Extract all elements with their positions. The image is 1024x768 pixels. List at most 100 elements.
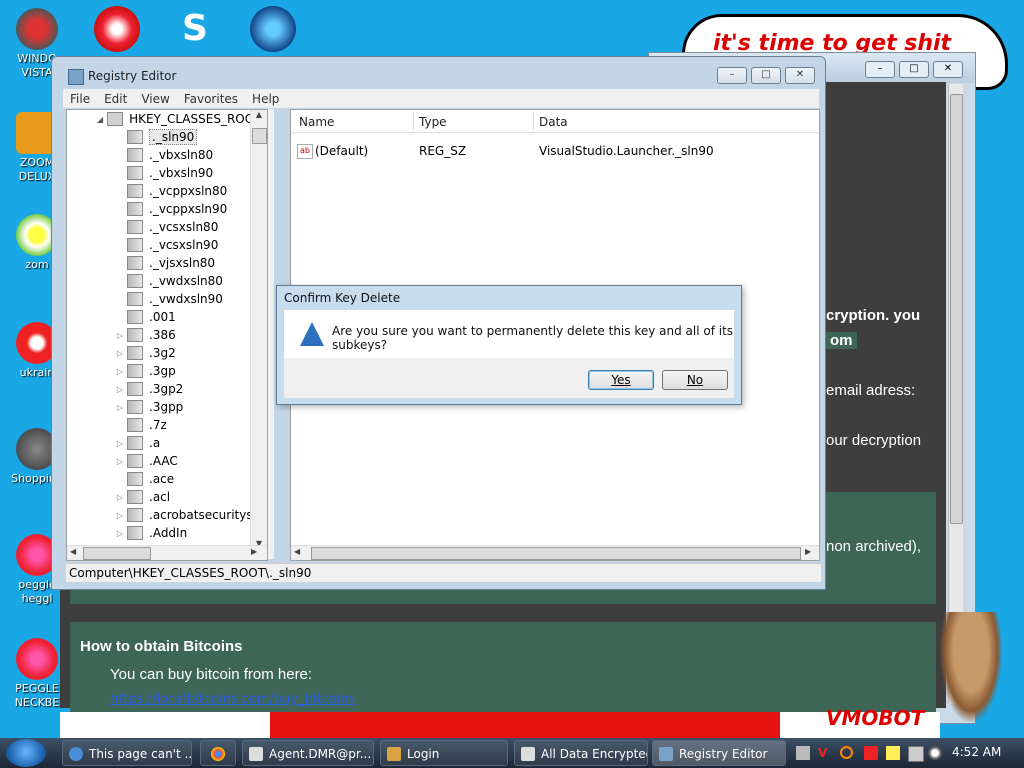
scrollbar-thumb[interactable]	[311, 547, 801, 560]
tree-node[interactable]: ▷ .a	[115, 434, 160, 452]
tree-node[interactable]: ▷ .3gp	[115, 362, 176, 380]
column-data[interactable]: Data	[539, 115, 568, 129]
skype-icon[interactable]: S	[172, 6, 218, 52]
tree-node[interactable]: .ace	[115, 470, 174, 488]
folder-icon	[127, 274, 143, 288]
ransom-scrollbar[interactable]	[948, 84, 963, 704]
value-type: REG_SZ	[419, 144, 467, 158]
tree-node[interactable]: ▷ .3gp2	[115, 380, 183, 398]
folder-icon	[107, 112, 124, 126]
folder-icon	[127, 508, 143, 522]
scroll-left-arrow-icon[interactable]: ◀	[70, 547, 76, 556]
tree-node[interactable]: ▷ .3g2	[115, 344, 176, 362]
clock[interactable]: 4:52 AM	[952, 745, 1001, 759]
desktop-icon-label: ZOOM DELUX	[18, 156, 56, 183]
column-name[interactable]: Name	[299, 115, 334, 129]
expand-arrow-icon[interactable]: ▷	[115, 367, 125, 376]
maximize-button[interactable]: □	[751, 67, 781, 84]
tree-node[interactable]: ▷ .386	[115, 326, 176, 344]
tree-root-node[interactable]: ◢ HKEY_CLASSES_ROOT	[97, 112, 262, 126]
start-button[interactable]	[6, 739, 46, 767]
scrollbar-thumb[interactable]	[252, 128, 267, 144]
scroll-up-arrow-icon[interactable]: ▲	[251, 110, 267, 119]
tree-node[interactable]: ▷ .3gpp	[115, 398, 183, 416]
tree-node[interactable]: ▷ .AAC	[115, 452, 178, 470]
expand-arrow-icon[interactable]: ▷	[115, 385, 125, 394]
expand-arrow-icon[interactable]: ▷	[115, 511, 125, 520]
taskbar-button-chrome[interactable]	[200, 740, 236, 766]
scroll-left-arrow-icon[interactable]: ◀	[294, 547, 300, 556]
tree-node[interactable]: ▷ .acrobatsecuritysettin	[115, 506, 267, 524]
menu-help[interactable]: Help	[245, 92, 286, 106]
tree-node[interactable]: ._vjsxsln80	[115, 254, 215, 272]
expand-arrow-icon[interactable]: ▷	[115, 493, 125, 502]
minimize-button[interactable]: –	[717, 67, 747, 84]
scroll-right-arrow-icon[interactable]: ▶	[805, 547, 811, 556]
pane-splitter[interactable]	[268, 109, 274, 559]
expand-arrow-icon[interactable]: ▷	[115, 529, 125, 538]
close-button[interactable]: ✕	[785, 67, 815, 84]
menu-file[interactable]: File	[63, 92, 97, 106]
tray-v-icon[interactable]: V	[818, 746, 832, 760]
ransom-text-line: om	[826, 332, 857, 349]
tray-monitor-icon[interactable]	[908, 746, 924, 762]
expand-arrow-icon[interactable]: ▷	[115, 349, 125, 358]
no-button[interactable]: No	[662, 370, 728, 390]
maximize-button[interactable]: □	[899, 61, 929, 78]
list-horizontal-scrollbar[interactable]: ◀ ▶	[291, 545, 819, 560]
folder-icon	[127, 526, 143, 540]
taskbar-button-agent[interactable]: Agent.DMR@pr...	[242, 740, 374, 766]
bitcoin-link[interactable]: https://localbitcoins.com/buy_bitcoins	[110, 692, 355, 707]
taskbar-button-login[interactable]: Login	[380, 740, 508, 766]
tray-note-icon[interactable]	[886, 746, 900, 760]
tray-flag-icon[interactable]	[864, 746, 878, 760]
tree-node[interactable]: ._vwdxsln90	[115, 290, 223, 308]
tray-volume-icon[interactable]	[928, 746, 942, 760]
tray-search-icon[interactable]	[840, 746, 853, 759]
close-button[interactable]: ✕	[933, 61, 963, 78]
scrollbar-thumb[interactable]	[83, 547, 151, 560]
column-type[interactable]: Type	[419, 115, 447, 129]
key-tree[interactable]: ◢ HKEY_CLASSES_ROOT ._sln90 ._vbxsln80 ._v…	[66, 109, 268, 561]
expand-arrow-icon[interactable]: ▷	[115, 403, 125, 412]
menu-favorites[interactable]: Favorites	[177, 92, 245, 106]
taskbar-button-ie[interactable]: This page can't ...	[62, 740, 192, 766]
tree-vertical-scrollbar[interactable]: ▲ ▼	[250, 110, 267, 548]
tree-node[interactable]: ._sln90	[115, 128, 198, 146]
bottom-art-red	[270, 712, 780, 738]
menu-edit[interactable]: Edit	[97, 92, 134, 106]
collapse-arrow-icon[interactable]: ◢	[97, 115, 103, 124]
tree-node[interactable]: .7z	[115, 416, 167, 434]
menu-view[interactable]: View	[134, 92, 176, 106]
scroll-right-arrow-icon[interactable]: ▶	[251, 547, 257, 556]
scrollbar-thumb[interactable]	[950, 94, 963, 524]
column-separator[interactable]	[413, 112, 414, 130]
tree-node[interactable]: ▷ .acl	[115, 488, 170, 506]
tree-node[interactable]: ▷ .AddIn	[115, 524, 187, 542]
expand-arrow-icon[interactable]: ▷	[115, 457, 125, 466]
tree-node[interactable]: ._vbxsln80	[115, 146, 213, 164]
tree-node[interactable]: .001	[115, 308, 176, 326]
tree-horizontal-scrollbar[interactable]: ◀ ▶	[67, 545, 267, 560]
taskbar-button-registry-editor[interactable]: Registry Editor	[652, 740, 786, 766]
tree-node[interactable]: ._vcsxsln80	[115, 218, 218, 236]
globe-icon[interactable]	[250, 6, 296, 52]
tree-node[interactable]: ._vcppxsln90	[115, 200, 227, 218]
tree-node[interactable]: ._vwdxsln80	[115, 272, 223, 290]
tray-app-icon[interactable]	[796, 746, 810, 760]
tree-node-label: ._vcppxsln90	[149, 202, 228, 216]
taskbar-button-all-data-encrypted[interactable]: All Data Encrypted	[514, 740, 648, 766]
column-separator[interactable]	[533, 112, 534, 130]
tree-node-label: .AddIn	[149, 526, 188, 540]
tree-node[interactable]: ._vcppxsln80	[115, 182, 227, 200]
tree-node[interactable]: ._vbxsln90	[115, 164, 213, 182]
yes-button-label: Yes	[611, 373, 631, 387]
minimize-button[interactable]: –	[865, 61, 895, 78]
tree-node-label: .ace	[149, 472, 175, 486]
peggle-top-icon[interactable]	[94, 6, 140, 52]
tree-node[interactable]: ._vcsxsln90	[115, 236, 218, 254]
window-titlebar[interactable]: Registry Editor – □ ✕	[52, 57, 825, 87]
expand-arrow-icon[interactable]: ▷	[115, 439, 125, 448]
yes-button[interactable]: Yes	[588, 370, 654, 390]
expand-arrow-icon[interactable]: ▷	[115, 331, 125, 340]
